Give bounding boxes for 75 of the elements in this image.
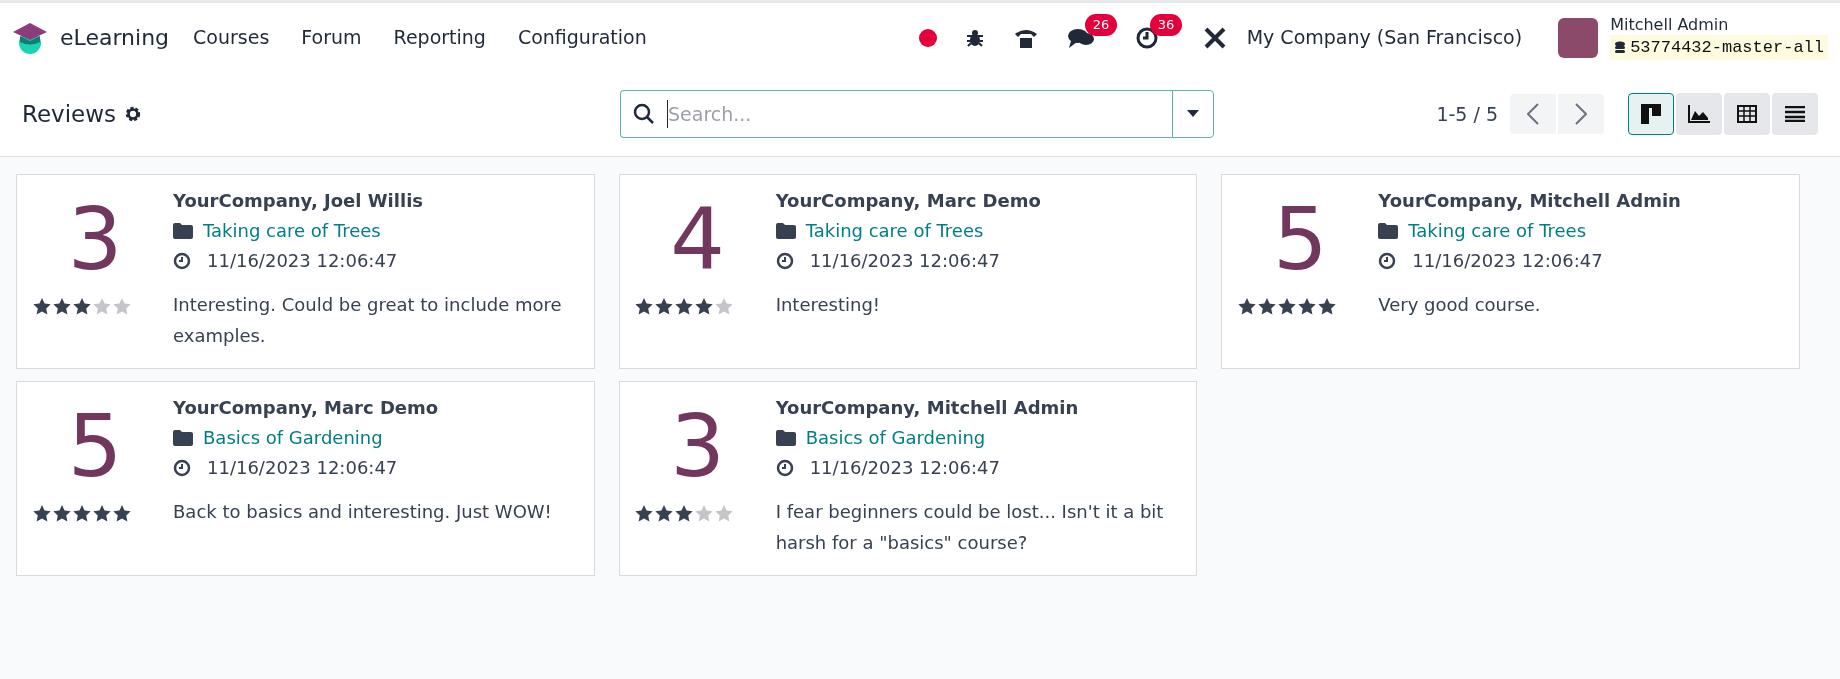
clock-icon xyxy=(173,459,191,477)
app-name[interactable]: eLearning xyxy=(60,21,170,54)
kanban-icon xyxy=(1641,104,1661,124)
graph-view-button[interactable] xyxy=(1676,93,1722,135)
folder-icon xyxy=(775,223,796,239)
bug-icon[interactable] xyxy=(964,27,985,48)
review-date: 11/16/2023 12:06:47 xyxy=(207,456,398,480)
review-card[interactable]: 5 YourCompany, Mitchell Admin Taking care of Trees 11/16/2023 12:06:47 Very good course. xyxy=(1221,174,1800,369)
folder-icon xyxy=(173,430,193,446)
reviewer-name: YourCompany, Marc Demo xyxy=(775,189,1041,213)
clock-icon xyxy=(775,459,794,477)
review-date: 11/16/2023 12:06:47 xyxy=(207,249,398,273)
review-date: 11/16/2023 12:06:47 xyxy=(809,456,1000,480)
pager-value[interactable]: 1-5 / 5 xyxy=(1436,99,1498,129)
clock-icon xyxy=(1378,252,1397,270)
review-card[interactable]: 3 YourCompany, Mitchell Admin Basics of Gardening 11/16/2023 12:06:47 I fear beginners could be lost... Isn't it a bit harsh for a "basics" course? xyxy=(618,381,1198,576)
rating-score: 3 xyxy=(670,396,725,496)
previous-page-button[interactable] xyxy=(1510,94,1556,134)
review-date: 11/16/2023 12:06:47 xyxy=(1412,249,1603,273)
page-title: Reviews xyxy=(22,99,117,129)
review-card[interactable]: 4 YourCompany, Marc Demo Taking care of Trees 11/16/2023 12:06:47 Interesting! xyxy=(618,174,1198,369)
search-icon xyxy=(633,103,655,125)
search-dropdown-toggle[interactable] xyxy=(1172,90,1214,138)
chevron-left-icon xyxy=(1527,103,1539,125)
review-comment: Very good course. xyxy=(1378,293,1542,317)
reviewer-name: YourCompany, Mitchell Admin xyxy=(1378,189,1681,213)
rating-score: 5 xyxy=(67,396,123,496)
kanban-view-button[interactable] xyxy=(1628,93,1674,135)
messages-count-badge: 26 xyxy=(1084,13,1118,36)
avatar-icon[interactable] xyxy=(1558,17,1599,58)
table-icon xyxy=(1737,105,1757,123)
rating-score: 4 xyxy=(670,189,725,289)
review-comment: I fear beginners could be lost... Isn't it a bit harsh for a "basics" course? xyxy=(775,500,1165,555)
review-date: 11/16/2023 12:06:47 xyxy=(809,249,1000,273)
reviewer-name: YourCompany, Mitchell Admin xyxy=(775,396,1080,420)
folder-icon xyxy=(173,223,193,239)
clock-icon[interactable] xyxy=(1134,25,1159,50)
database-icon xyxy=(1614,40,1627,55)
reviewer-name: YourCompany, Joel Willis xyxy=(173,189,424,213)
user-name[interactable]: Mitchell Admin xyxy=(1610,14,1828,35)
graduation-cap-logo-icon[interactable] xyxy=(12,20,48,55)
menu-item[interactable]: Configuration xyxy=(517,23,647,52)
course-link[interactable]: Basics of Gardening xyxy=(805,426,986,450)
area-chart-icon xyxy=(1688,105,1710,123)
review-card[interactable]: 5 YourCompany, Marc Demo Basics of Gardening 11/16/2023 12:06:47 Back to basics and interesting. Just WOW! xyxy=(16,381,595,576)
review-comment: Back to basics and interesting. Just WOW! xyxy=(173,500,552,524)
next-page-button[interactable] xyxy=(1558,94,1604,134)
reviewer-name: YourCompany, Marc Demo xyxy=(173,396,440,420)
review-card[interactable]: 3 YourCompany, Joel Willis Taking care of Trees 11/16/2023 12:06:47 Interesting. Could be great to include more examples. xyxy=(16,174,595,369)
list-icon xyxy=(1785,106,1805,122)
folder-icon xyxy=(775,430,796,446)
company-switcher[interactable]: My Company (San Francisco) xyxy=(1246,23,1523,52)
course-link[interactable]: Taking care of Trees xyxy=(1408,219,1587,243)
search-field[interactable]: Search... xyxy=(620,90,1172,138)
pivot-view-button[interactable] xyxy=(1724,93,1770,135)
clock-icon xyxy=(173,252,191,270)
folder-icon xyxy=(1378,223,1399,239)
course-link[interactable]: Basics of Gardening xyxy=(203,426,383,450)
settings-icon[interactable] xyxy=(124,105,143,123)
rating-score: 5 xyxy=(1272,189,1328,289)
caret-icon xyxy=(1187,110,1199,118)
menu-item[interactable]: Forum xyxy=(301,23,362,52)
database-name: 53774432-master-all xyxy=(1630,36,1824,59)
review-comment: Interesting! xyxy=(775,293,882,317)
review-comment: Interesting. Could be great to include more examples. xyxy=(173,293,563,348)
list-view-button[interactable] xyxy=(1772,93,1818,135)
menu-item[interactable]: Courses xyxy=(193,23,270,52)
search-input[interactable]: Search... xyxy=(667,99,1172,129)
course-link[interactable]: Taking care of Trees xyxy=(203,219,381,243)
activities-count-badge: 36 xyxy=(1149,13,1183,36)
course-link[interactable]: Taking care of Trees xyxy=(805,219,984,243)
rating-score: 3 xyxy=(67,189,123,289)
menu-item[interactable]: Reporting xyxy=(393,23,486,52)
chevron-right-icon xyxy=(1575,103,1587,125)
clock-icon xyxy=(775,252,794,270)
